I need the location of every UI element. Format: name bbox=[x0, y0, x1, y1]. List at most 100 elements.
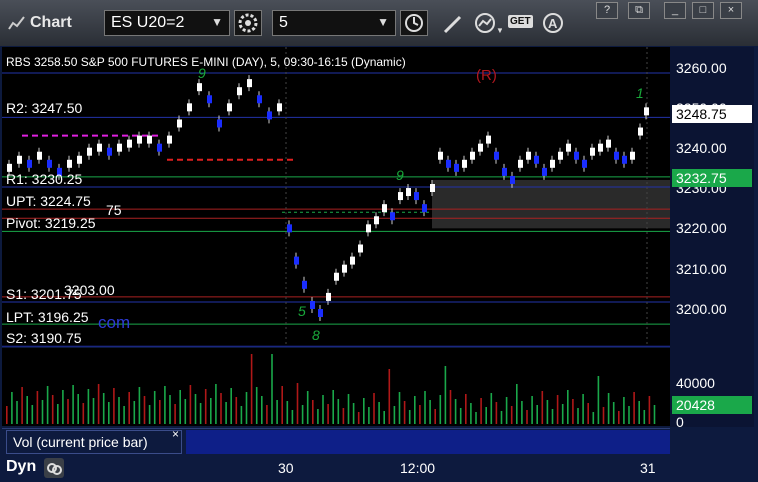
upt-label: UPT: 3224.75 bbox=[6, 193, 91, 209]
indicator-tab[interactable]: Vol (current price bar) bbox=[6, 430, 182, 454]
candle bbox=[17, 155, 22, 164]
sequence-count-mid: 9 bbox=[396, 167, 404, 183]
volume-bar bbox=[429, 400, 431, 424]
volume-bar bbox=[546, 400, 549, 424]
volume-panel[interactable] bbox=[2, 348, 670, 426]
r-marker: (R) bbox=[476, 67, 497, 84]
candle bbox=[127, 139, 132, 148]
candle bbox=[87, 147, 92, 156]
candle bbox=[422, 204, 427, 213]
draw-pencil-icon[interactable] bbox=[440, 12, 466, 36]
price-tick: 3260.00 bbox=[676, 60, 727, 76]
volume-bar bbox=[245, 392, 248, 424]
clock-icon bbox=[405, 14, 423, 32]
volume-bar bbox=[291, 410, 294, 424]
volume-bar bbox=[505, 397, 508, 424]
candle bbox=[638, 127, 643, 136]
price-chart[interactable]: RBS 3258.50 S&P 500 FUTURES E-MINI (DAY)… bbox=[2, 47, 670, 347]
price-tick: 3210.00 bbox=[676, 261, 727, 277]
candle bbox=[147, 135, 152, 144]
close-indicator-icon[interactable]: × bbox=[172, 427, 179, 441]
minimize-button[interactable]: _ bbox=[664, 2, 686, 19]
restore-button[interactable]: ⧉ bbox=[628, 2, 650, 19]
candle bbox=[534, 155, 539, 164]
candle bbox=[217, 119, 222, 128]
app-title: Chart bbox=[30, 14, 72, 31]
volume-bar bbox=[148, 405, 151, 424]
settings-button[interactable] bbox=[234, 10, 262, 36]
volume-bar bbox=[623, 397, 625, 424]
volume-bar bbox=[276, 400, 278, 424]
help-button[interactable]: ? bbox=[596, 2, 618, 19]
link-icon bbox=[47, 463, 62, 475]
indicator-label: Vol (current price bar) bbox=[13, 434, 148, 450]
candle bbox=[107, 147, 112, 156]
close-button[interactable]: × bbox=[720, 2, 742, 19]
volume-bar bbox=[434, 409, 436, 424]
candle bbox=[454, 163, 459, 172]
volume-bar bbox=[424, 391, 426, 424]
volume-bar bbox=[342, 408, 345, 424]
alert-icon[interactable]: A bbox=[542, 12, 566, 36]
volume-bar bbox=[521, 401, 523, 424]
volume-bar bbox=[102, 393, 105, 424]
volume-bar bbox=[449, 390, 452, 424]
volume-bar bbox=[46, 386, 49, 424]
volume-bar bbox=[577, 408, 579, 424]
time-button[interactable] bbox=[400, 10, 428, 36]
volume-bar bbox=[184, 399, 187, 424]
link-button[interactable] bbox=[44, 458, 64, 478]
volume-bar bbox=[444, 366, 447, 424]
volume-bar bbox=[567, 390, 569, 424]
candle bbox=[287, 224, 292, 233]
candle bbox=[470, 151, 475, 160]
volume-bar bbox=[643, 410, 646, 424]
volume-bar bbox=[128, 392, 130, 424]
maximize-button[interactable]: □ bbox=[692, 2, 714, 19]
volume-bar bbox=[194, 394, 197, 424]
volume-bar bbox=[526, 410, 528, 424]
candle bbox=[398, 192, 403, 201]
indicator-icon[interactable]: ▼ bbox=[472, 11, 502, 35]
volume-bar bbox=[572, 399, 574, 424]
volume-bar bbox=[541, 391, 544, 424]
candle bbox=[478, 143, 483, 152]
s1-label: S1: 3201.75 bbox=[6, 286, 82, 302]
volume-bar bbox=[322, 395, 324, 424]
watermark-text: com bbox=[98, 313, 131, 332]
volume-bar bbox=[414, 396, 416, 424]
candle bbox=[67, 159, 72, 168]
volume-bar bbox=[82, 403, 85, 424]
symbol-select[interactable]: ES U20=2 ▼ bbox=[104, 10, 230, 36]
indicator-scroll-area[interactable] bbox=[186, 430, 670, 454]
get-button[interactable]: GET bbox=[508, 12, 538, 32]
volume-bar bbox=[67, 399, 69, 424]
volume-bar bbox=[133, 401, 136, 424]
volume-bar bbox=[51, 395, 54, 424]
candle bbox=[590, 147, 595, 156]
candle bbox=[277, 103, 282, 112]
candle bbox=[630, 151, 635, 160]
candle bbox=[342, 264, 347, 273]
pivot-price-badge: 3232.75 bbox=[672, 169, 752, 187]
volume-bar bbox=[388, 369, 391, 424]
svg-text:A: A bbox=[548, 16, 558, 31]
volume-bar bbox=[6, 406, 8, 424]
volume-bar bbox=[113, 388, 115, 424]
candle bbox=[167, 135, 172, 144]
candle bbox=[558, 151, 563, 160]
candle bbox=[582, 159, 587, 168]
volume-bar bbox=[97, 384, 100, 424]
volume-bar bbox=[439, 395, 442, 424]
volume-bar bbox=[592, 412, 595, 424]
volume-bar bbox=[255, 387, 258, 424]
volume-bar bbox=[164, 386, 166, 424]
toolbar: Chart ES U20=2 ▼ 5 ▼ ▼ GET A ? ⧉ _ □ × bbox=[0, 0, 758, 46]
candle bbox=[406, 188, 411, 197]
volume-tick: 0 bbox=[676, 414, 684, 430]
volume-bar bbox=[582, 394, 584, 424]
interval-select[interactable]: 5 ▼ bbox=[272, 10, 396, 36]
volume-bar bbox=[199, 403, 202, 424]
volume-bar bbox=[143, 396, 146, 424]
candle bbox=[606, 139, 611, 148]
